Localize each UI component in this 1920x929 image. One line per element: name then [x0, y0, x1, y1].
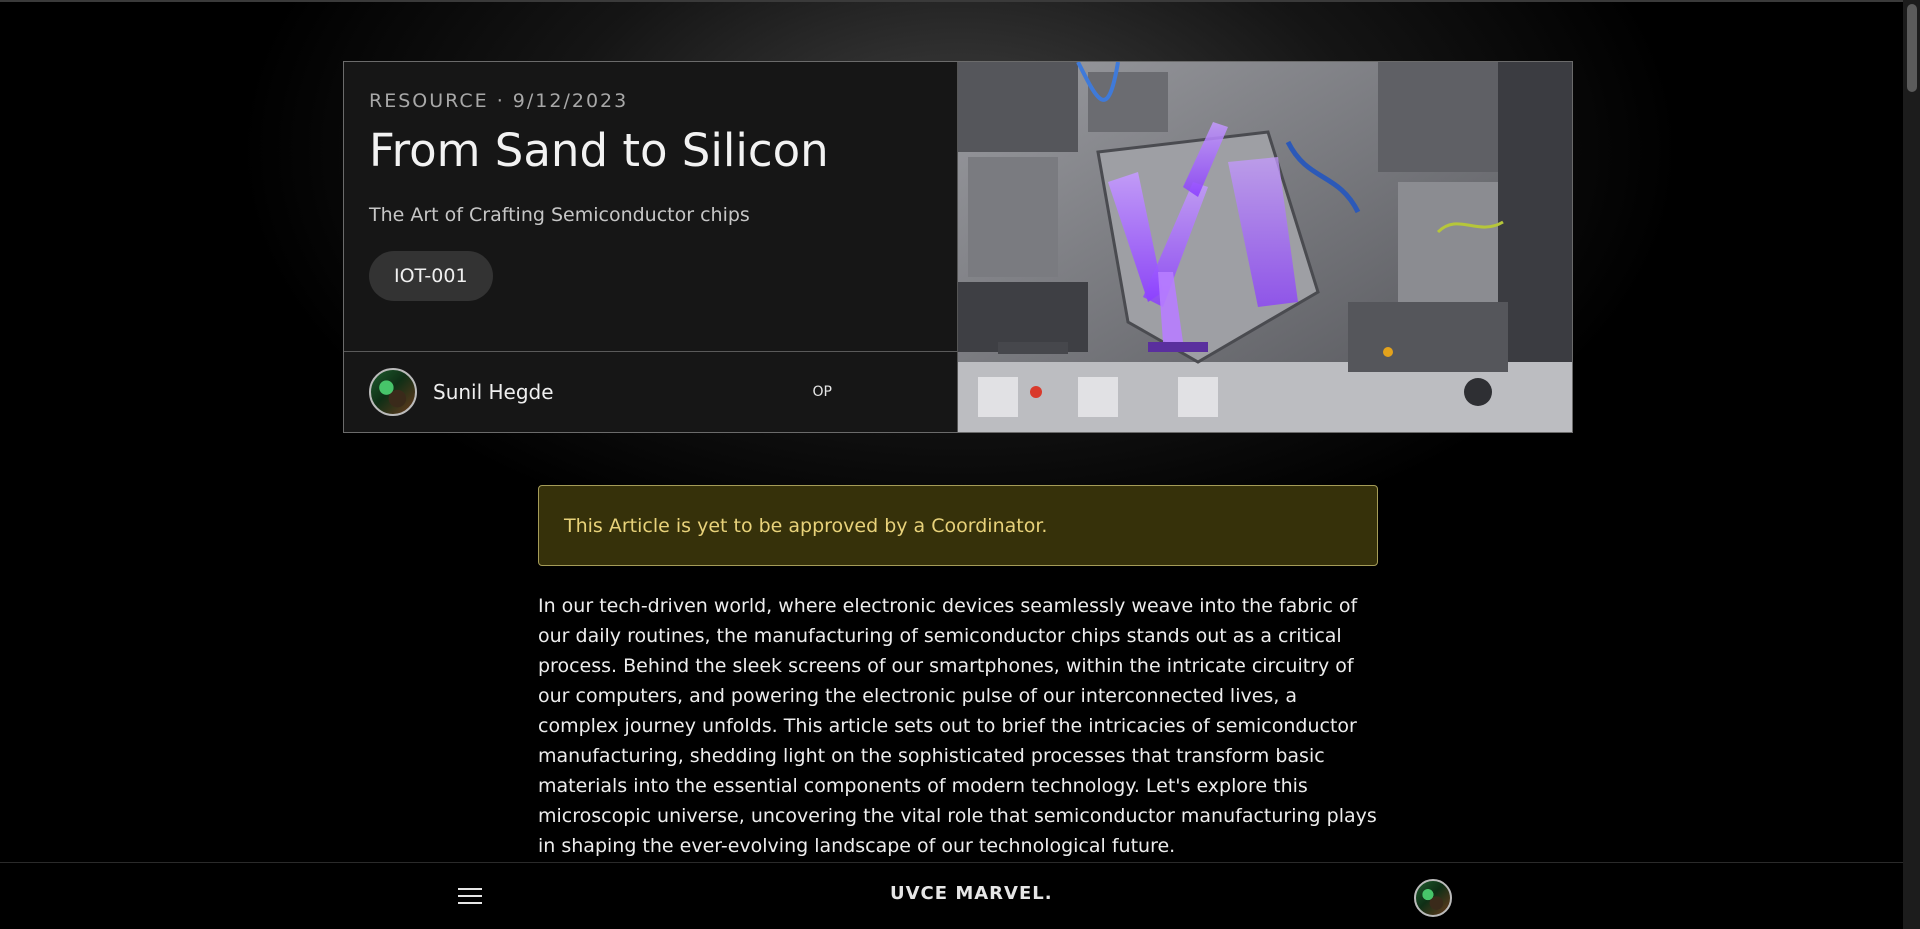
meta-separator: ·	[496, 90, 505, 112]
author-role-badge: OP	[812, 384, 832, 400]
brand-logo-text[interactable]: UVCE MARVEL.	[890, 883, 1053, 904]
semiconductor-machine-illustration	[958, 62, 1572, 432]
menu-line-top	[458, 888, 482, 890]
page: RESOURCE · 9/12/2023 From Sand to Silico…	[0, 0, 1920, 929]
hero-image	[958, 62, 1572, 432]
article-tag[interactable]: IOT-001	[369, 250, 493, 301]
user-avatar[interactable]	[1414, 879, 1452, 917]
author-row: Sunil Hegde OP	[344, 352, 957, 432]
article-hero-card: RESOURCE · 9/12/2023 From Sand to Silico…	[343, 61, 1573, 433]
article-title: From Sand to Silicon	[369, 124, 829, 177]
author-name[interactable]: Sunil Hegde	[433, 380, 554, 404]
scrollbar-thumb[interactable]	[1907, 4, 1917, 92]
hero-info-panel: RESOURCE · 9/12/2023 From Sand to Silico…	[344, 62, 958, 432]
article-body: In our tech-driven world, where electron…	[538, 595, 1377, 857]
hamburger-menu-icon[interactable]	[458, 888, 484, 904]
article-date: 9/12/2023	[512, 90, 629, 112]
article-category: RESOURCE	[369, 90, 489, 112]
bottom-nav-bar: UVCE MARVEL.	[0, 862, 1920, 929]
scrollbar-track[interactable]	[1903, 0, 1920, 929]
approval-notice-text: This Article is yet to be approved by a …	[564, 514, 1048, 537]
approval-notice: This Article is yet to be approved by a …	[538, 485, 1378, 566]
top-divider	[0, 0, 1920, 2]
author-avatar[interactable]	[369, 368, 417, 416]
menu-line-bottom	[458, 902, 482, 904]
menu-line-middle	[458, 895, 482, 897]
article-subtitle: The Art of Crafting Semiconductor chips	[369, 203, 750, 226]
hero-details: RESOURCE · 9/12/2023 From Sand to Silico…	[344, 62, 957, 352]
article-meta: RESOURCE · 9/12/2023	[369, 90, 932, 112]
